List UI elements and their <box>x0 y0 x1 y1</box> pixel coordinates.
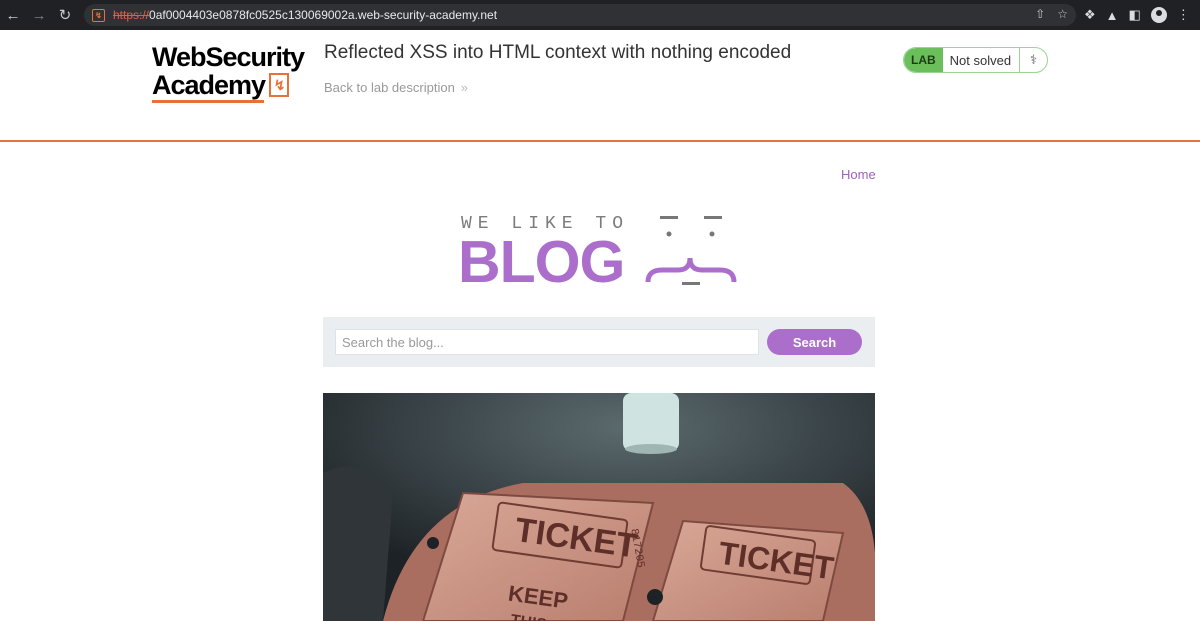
logo-text-line2-row: Academy ↯ <box>152 71 312 99</box>
lab-title: Reflected XSS into HTML context with not… <box>324 42 792 63</box>
site-favicon-icon: ↯ <box>92 8 105 22</box>
address-bar[interactable]: ↯ https:// 0af0004403e0878fc0525c1300690… <box>84 4 1076 26</box>
labs-flask-icon[interactable]: ▲ <box>1106 8 1119 23</box>
menu-kebab-icon[interactable]: ⋮ <box>1177 7 1190 23</box>
search-input[interactable] <box>335 329 759 355</box>
ticket-roll-illustration: TICKET TICKET KEEP THIS 817205 <box>323 393 875 621</box>
nav-home-link[interactable]: Home <box>841 167 876 182</box>
back-arrow-icon[interactable]: ← <box>0 0 26 30</box>
reload-icon[interactable]: ↻ <box>52 0 78 30</box>
share-icon[interactable]: ⇧ <box>1035 7 1045 21</box>
search-form: Search <box>323 317 875 367</box>
search-button[interactable]: Search <box>767 329 862 355</box>
logo-text-line1: WebSecurity <box>152 42 305 72</box>
blog-logo-word: BLOG <box>458 229 625 295</box>
logo-underline <box>152 100 264 103</box>
profile-avatar-icon[interactable] <box>1150 7 1167 23</box>
lab-status-text: Not solved <box>949 52 1012 68</box>
bookmark-star-icon[interactable]: ☆ <box>1057 7 1068 21</box>
logo-text-line2: Academy <box>152 70 266 100</box>
flask-icon: ⚕ <box>1019 48 1047 72</box>
side-panel-icon[interactable]: ◧ <box>1129 7 1141 23</box>
url-scheme: https:// <box>113 8 150 22</box>
light-bulb <box>623 393 679 451</box>
back-to-lab-description-link[interactable]: Back to lab description » <box>324 80 468 95</box>
lab-status-widget: LAB Not solved ⚕ <box>903 47 1048 73</box>
forward-arrow-icon[interactable]: → <box>26 0 52 30</box>
url-host: 0af0004403e0878fc0525c130069002a.web-sec… <box>149 8 498 22</box>
academy-header: WebSecurity Academy ↯ Reflected XSS into… <box>0 30 1200 142</box>
blog-logo: WE LIKE TO BLOG <box>458 210 748 295</box>
extensions-puzzle-icon[interactable]: ❖ <box>1084 7 1096 23</box>
back-link-label: Back to lab description <box>324 80 455 95</box>
web-security-academy-logo[interactable]: WebSecurity Academy ↯ <box>152 43 312 105</box>
double-chevron-right-icon: » <box>460 80 469 95</box>
logo-bolt-icon: ↯ <box>269 73 290 97</box>
lab-badge: LAB <box>904 48 943 72</box>
post-image[interactable]: TICKET TICKET KEEP THIS 817205 <box>323 393 875 621</box>
browser-toolbar: ← → ↻ ↯ https:// 0af0004403e0878fc0525c1… <box>0 0 1200 30</box>
curly-brace-face-icon <box>645 216 737 285</box>
